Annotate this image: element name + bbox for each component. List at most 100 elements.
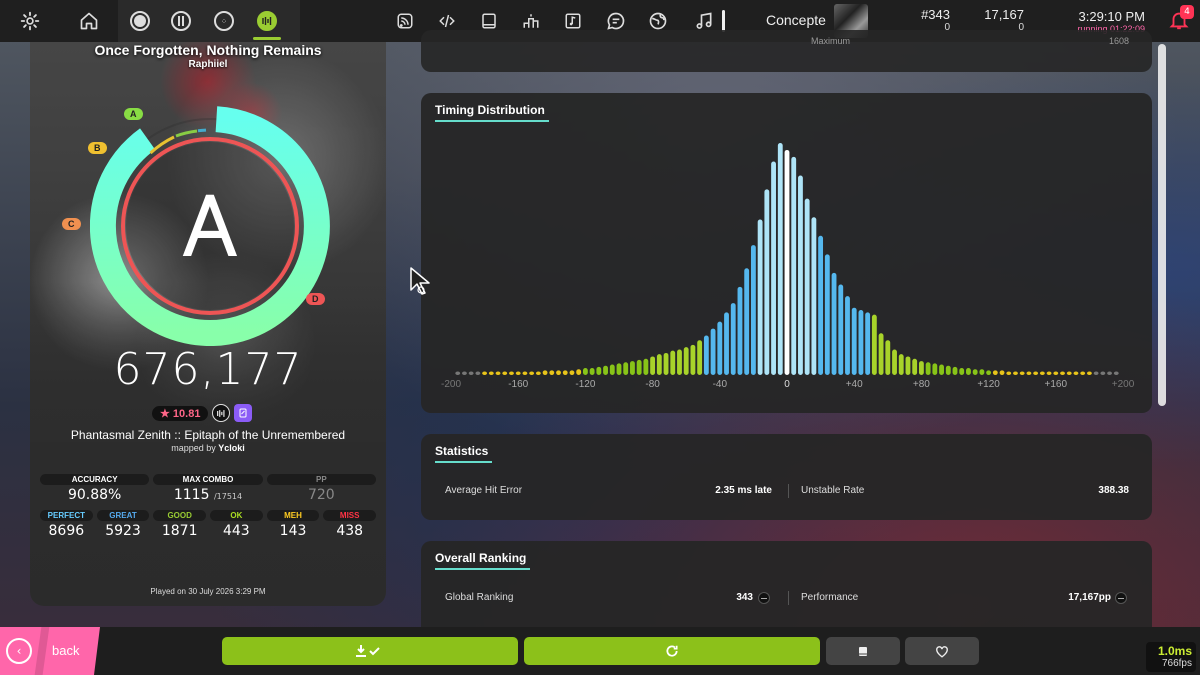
collection-button[interactable] [826, 637, 900, 665]
chart-bar [972, 369, 978, 375]
chart-bar [596, 366, 602, 375]
x-tick-label: +120 [977, 379, 1000, 390]
mod-icon[interactable] [234, 404, 253, 422]
chart-bar [462, 371, 467, 375]
chart-bar [1026, 371, 1032, 375]
volume-indicator [722, 10, 725, 32]
beatmap-badges: ★ 10.81 [152, 404, 253, 422]
chart-bar [643, 358, 649, 375]
chart-bar [771, 161, 776, 375]
osu-ruleset-icon[interactable] [120, 0, 160, 42]
stat-label: MISS [323, 510, 377, 521]
chart-bar [945, 365, 951, 375]
chart-x-ticks: -200 -160 -120 -80 -40 0 +40 +80 +120 +160 +200 [441, 379, 1135, 390]
chart-bar [1060, 371, 1065, 375]
chart-bar [845, 296, 850, 375]
scrollbar[interactable] [1158, 44, 1166, 406]
score-panel: Once Forgotten, Nothing Remains Raphiiel… [30, 42, 386, 606]
stat-accuracy: ACCURACY 90.88% [40, 474, 150, 503]
chart-bar [542, 370, 548, 375]
chart-bar [1019, 371, 1025, 375]
performance-value: 17,167pp [1068, 592, 1111, 603]
chart-bar [677, 349, 682, 375]
rank-s-segment [197, 128, 207, 133]
chart-bar [804, 198, 810, 375]
chart-bar [663, 352, 669, 375]
unstable-rate-value: 388.38 [1098, 485, 1129, 496]
stat-great: GREAT 5923 [96, 510, 150, 539]
mania-ruleset-icon [212, 404, 231, 422]
chart-bar [925, 362, 931, 375]
retry-button[interactable] [524, 637, 820, 665]
chart-bar [556, 370, 561, 375]
chart-bars [455, 143, 1119, 375]
chart-bar [1039, 371, 1045, 375]
chart-bar [730, 303, 736, 375]
chart-bar [535, 371, 541, 375]
chart-bar [582, 368, 588, 375]
chart-bar [609, 364, 615, 375]
total-score: 676,177 [113, 344, 303, 395]
chart-bar [791, 156, 797, 375]
mania-ruleset-icon[interactable] [247, 0, 287, 42]
rank-letter: A [183, 183, 236, 273]
taiko-ruleset-icon[interactable] [161, 0, 201, 42]
chart-bar [549, 370, 555, 375]
catch-ruleset-icon[interactable]: ⁘ [204, 0, 244, 42]
chart-bar [858, 310, 864, 375]
chart-bar [710, 328, 716, 375]
download-check-icon [356, 645, 380, 657]
x-tick-label: +200 [1112, 379, 1135, 390]
notifications-button[interactable]: 4 [1168, 5, 1194, 34]
stat-pp: PP 720 [266, 474, 376, 503]
chart-bar [670, 350, 676, 375]
chart-bar [703, 335, 709, 375]
stat-value: 8696 [48, 523, 85, 539]
avg-hit-error-value: 2.35 ms late [715, 485, 772, 496]
gear-icon[interactable] [10, 0, 50, 42]
stats-top-row: ACCURACY 90.88% MAX COMBO 1115 /17514 PP… [40, 474, 376, 503]
chart-bar [656, 354, 662, 375]
rss-icon[interactable] [385, 0, 425, 42]
chart-bar [979, 369, 985, 375]
chart-bar [818, 235, 824, 375]
back-separator [34, 627, 50, 675]
back-button[interactable]: ‹ back [0, 627, 100, 675]
global-ranking-label: Global Ranking [445, 592, 514, 603]
chart-bar [650, 356, 656, 375]
statistics-panel: Statistics Average Hit Error 2.35 ms lat… [421, 434, 1152, 520]
stat-meh: MEH 143 [266, 510, 320, 539]
chart-bar [509, 371, 514, 375]
stats-judgement-row: PERFECT 8696 GREAT 5923 GOOD 1871 OK 443 MEH… [40, 510, 377, 539]
divider [788, 591, 789, 605]
chart-bar [898, 354, 904, 375]
stat-value-wrap: 1115 /17514 [153, 487, 262, 503]
favourite-button[interactable] [905, 637, 979, 665]
chart-bar [959, 368, 965, 375]
back-label: back [52, 643, 80, 658]
rank-label-d: D [306, 293, 325, 305]
chart-bar [468, 371, 474, 375]
chart-bar [562, 370, 568, 375]
x-tick-label: -40 [713, 379, 728, 390]
chart-bar [1033, 371, 1039, 375]
home-icon[interactable] [69, 0, 109, 42]
mapper-name[interactable]: Ycloki [218, 443, 245, 453]
mapper-line: mapped by Ycloki [30, 443, 386, 453]
chart-bar [636, 359, 642, 375]
chart-bar [777, 143, 783, 375]
chart-bar [576, 369, 582, 375]
user-name[interactable]: Concepte [766, 12, 826, 28]
chart-bar [1073, 371, 1079, 375]
chart-bar [912, 358, 918, 375]
chart-bar [892, 349, 897, 375]
star-rating-badge: ★ 10.81 [152, 405, 209, 421]
chart-bar [939, 364, 944, 375]
clock-time: 3:29:10 PM [1078, 9, 1146, 24]
stat-value: 90.88% [67, 487, 122, 503]
global-rank-value: #343 [921, 7, 950, 22]
download-replay-button[interactable] [222, 637, 518, 665]
chart-bar [737, 286, 743, 375]
divider [788, 484, 789, 498]
chart-bar [764, 189, 770, 375]
